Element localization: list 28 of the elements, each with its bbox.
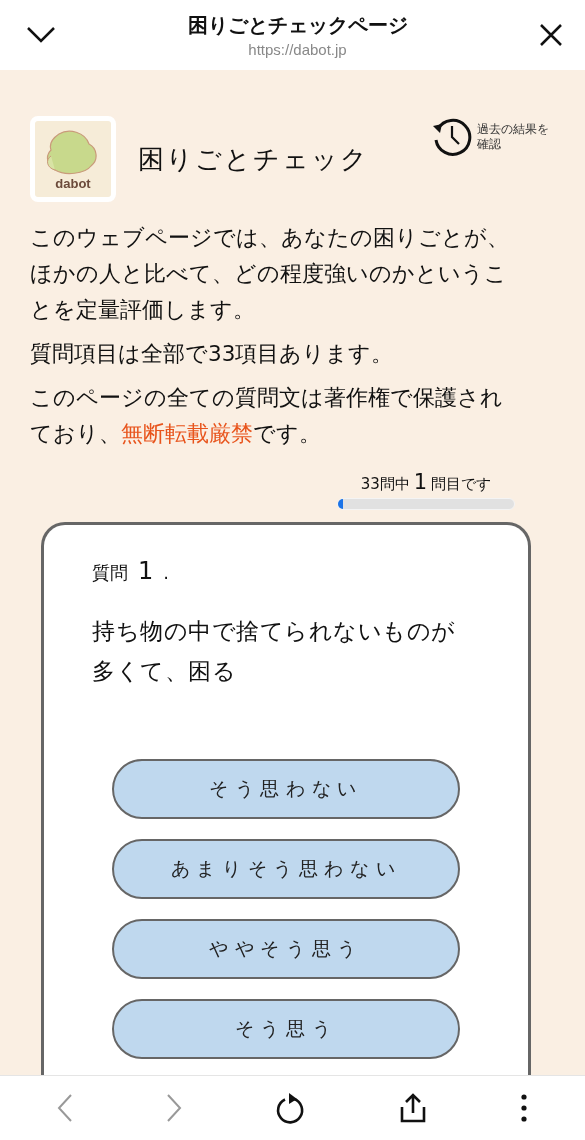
- chevron-down-icon: [26, 26, 56, 44]
- progress-label: 33問中 1 問目です: [360, 470, 492, 494]
- intro-paragraph: 質問項目は全部で33項目あります。: [30, 340, 395, 368]
- more-icon: [520, 1094, 529, 1122]
- answer-button[interactable]: そう思う: [112, 999, 460, 1059]
- intro-paragraph: このウェブページでは、あなたの困りごとが、ほかの人と比べて、どの程度強いのかということを定量評価します。: [30, 224, 510, 324]
- answer-button[interactable]: あまりそう思わない: [112, 839, 460, 899]
- question-text: 持ち物の中で捨てられないものが多くて、困る: [92, 617, 457, 686]
- history-link[interactable]: 過去の結果を確認: [431, 116, 557, 158]
- more-button[interactable]: [520, 1094, 529, 1122]
- chevron-right-icon: [166, 1093, 183, 1123]
- collapse-button[interactable]: [26, 26, 56, 44]
- chevron-left-icon: [56, 1093, 73, 1123]
- app-title: 困りごとチェック: [138, 143, 370, 176]
- reload-button[interactable]: [275, 1092, 306, 1124]
- answer-button[interactable]: ややそう思う: [112, 919, 460, 979]
- close-icon: [539, 23, 563, 47]
- answer-button[interactable]: そう思わない: [112, 759, 460, 819]
- close-button[interactable]: [539, 23, 563, 47]
- share-icon: [398, 1093, 427, 1123]
- share-button[interactable]: [398, 1093, 427, 1123]
- logo-text: dabot: [55, 176, 91, 191]
- reload-icon: [275, 1092, 306, 1124]
- history-icon: [431, 116, 473, 158]
- intro-paragraph: このページの全ての質問文は著作権で保護されており、無断転載厳禁です。: [30, 384, 504, 448]
- question-number: 質問 1 .: [92, 557, 170, 585]
- page-url: https://dabot.jp: [248, 41, 347, 58]
- page-title: 困りごとチェックページ: [187, 12, 408, 39]
